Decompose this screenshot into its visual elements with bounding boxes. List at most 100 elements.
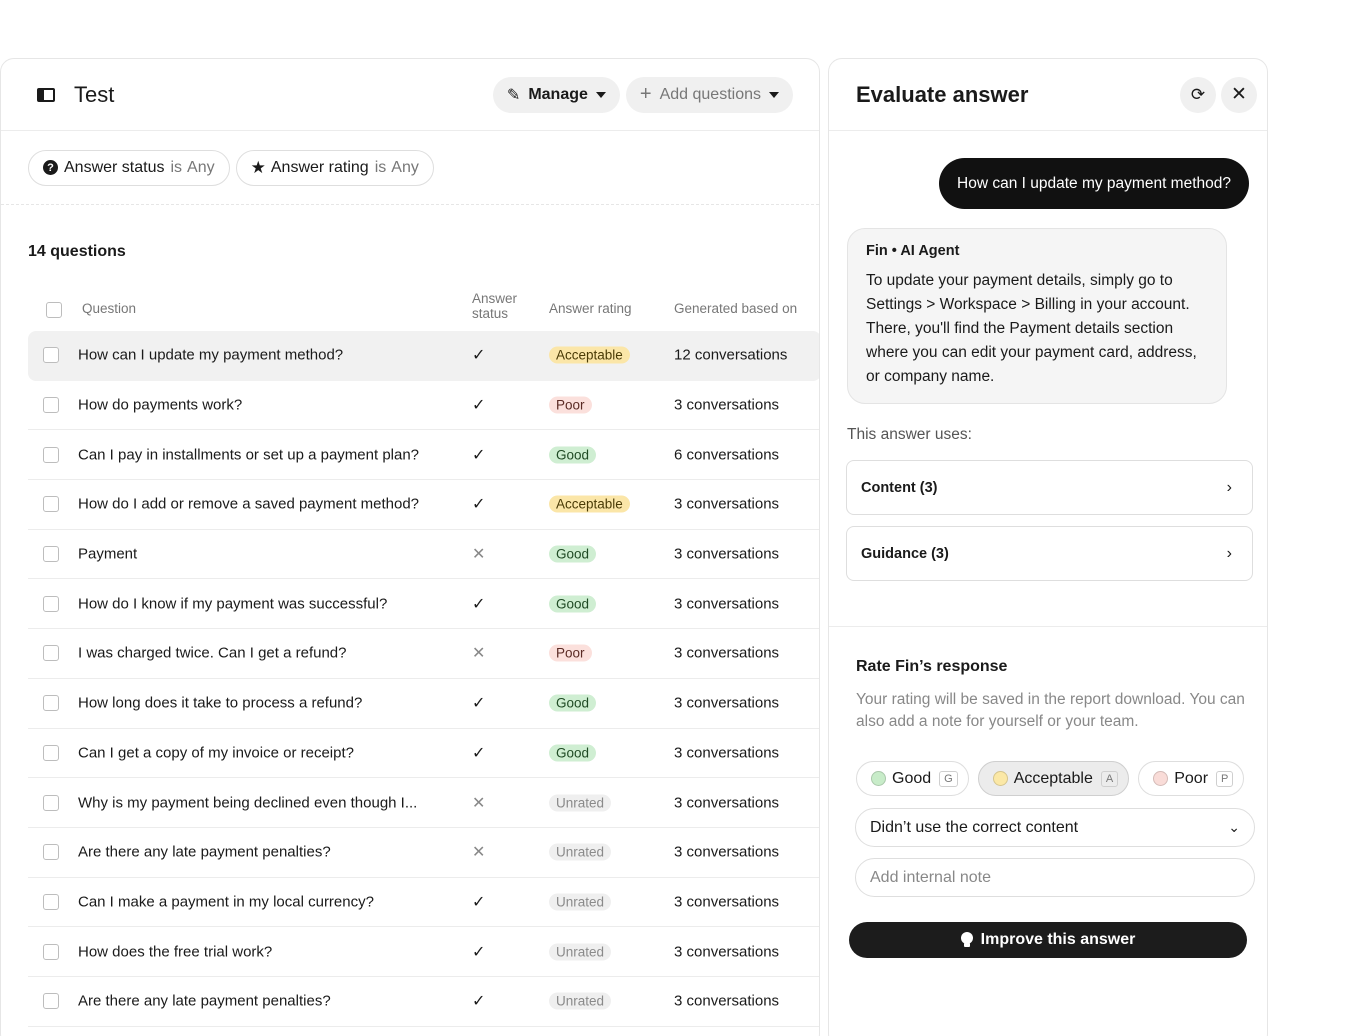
sidebar-toggle-icon[interactable]: [37, 87, 55, 102]
column-generated-based-on: Generated based on: [674, 301, 798, 316]
table-row[interactable]: Why is my payment being declined even th…: [28, 778, 819, 828]
question-circle-icon: ?: [43, 160, 58, 175]
row-checkbox[interactable]: [43, 397, 59, 414]
table-row[interactable]: How do payments work? ✓ Poor 3 conversation…: [28, 381, 819, 431]
row-question: Payment: [78, 545, 138, 563]
lightbulb-icon: [960, 932, 973, 948]
improve-answer-button[interactable]: Improve this answer: [849, 922, 1247, 958]
rating-badge: Good: [549, 595, 597, 613]
filter-answer-rating[interactable]: ★ Answer rating is Any: [235, 149, 434, 186]
row-question: Can I get a copy of my invoice or receip…: [78, 744, 354, 762]
improve-label: Improve this answer: [980, 931, 1136, 948]
answer-uses-label: This answer uses:: [847, 426, 972, 443]
filter-value: Any: [391, 158, 419, 176]
row-checkbox[interactable]: [43, 496, 59, 513]
filter-bar: ? Answer status is Any ★ Answer rating i…: [1, 131, 819, 205]
table-row[interactable]: How can I update my payment method? ✓ Acce…: [28, 331, 819, 381]
table-row[interactable]: How does the free trial work? ✓ Unrated 3 c…: [28, 927, 819, 977]
column-answer-rating: Answer rating: [549, 301, 632, 316]
table-row[interactable]: How do I add or remove a saved payment m…: [28, 480, 819, 530]
row-checkbox[interactable]: [43, 893, 59, 910]
row-checkbox[interactable]: [43, 347, 59, 364]
row-question: How do I know if my payment was successf…: [78, 595, 388, 613]
row-question: Can I pay in installments or set up a pa…: [78, 446, 420, 464]
filter-value: Any: [187, 158, 215, 176]
row-question: I was charged twice. Can I get a refund?: [78, 644, 347, 662]
row-generated-based-on: 12 conversations: [674, 346, 788, 364]
row-checkbox[interactable]: [43, 695, 59, 712]
rating-badge: Poor: [549, 396, 592, 414]
row-checkbox[interactable]: [43, 794, 59, 811]
select-all-checkbox[interactable]: [46, 302, 62, 318]
caret-down-icon: [595, 91, 606, 98]
check-icon: ✓: [472, 595, 486, 613]
rating-badge: Unrated: [549, 843, 612, 861]
rating-label: Acceptable: [1013, 769, 1093, 787]
rate-description: Your rating will be saved in the report …: [856, 691, 1245, 730]
check-icon: ✓: [472, 695, 486, 713]
rating-options: Good G Acceptable A Poor P: [856, 761, 1253, 796]
row-generated-based-on: 3 conversations: [674, 495, 780, 513]
rating-good-button[interactable]: Good G: [856, 761, 969, 796]
row-checkbox[interactable]: [43, 744, 59, 761]
column-answer-status-line1: Answer: [472, 291, 518, 306]
rating-badge: Good: [549, 446, 597, 464]
row-question: How do payments work?: [78, 396, 243, 414]
rating-badge: Acceptable: [549, 495, 630, 513]
column-answer-status-line2: status: [472, 306, 509, 321]
add-questions-button[interactable]: + Add questions: [625, 76, 793, 113]
row-checkbox[interactable]: [43, 645, 59, 662]
rating-badge: Unrated: [549, 794, 612, 812]
row-generated-based-on: 3 conversations: [674, 396, 780, 414]
filter-operator: is: [374, 158, 387, 176]
row-generated-based-on: 6 conversations: [674, 446, 780, 464]
chevron-right-icon: ›: [1226, 544, 1232, 562]
table-row[interactable]: Can I make a payment in my local currenc…: [28, 878, 819, 928]
guidance-label: Guidance (3): [861, 545, 949, 562]
guidance-accordion[interactable]: Guidance (3) ›: [846, 526, 1253, 581]
row-checkbox[interactable]: [43, 446, 59, 463]
rating-label: Good: [892, 769, 932, 787]
row-checkbox[interactable]: [43, 595, 59, 612]
refresh-button[interactable]: ⟳: [1180, 76, 1216, 113]
manage-label: Manage: [528, 85, 588, 103]
rating-acceptable-button[interactable]: Acceptable A: [977, 761, 1130, 796]
rating-poor-button[interactable]: Poor P: [1138, 761, 1245, 796]
pencil-icon: ✎: [506, 86, 521, 104]
reason-select[interactable]: Didn’t use the correct content ⌄: [855, 808, 1255, 847]
table-row[interactable]: Payment ✕ Good 3 conversations: [28, 530, 819, 580]
evaluate-title: Evaluate answer: [856, 81, 1029, 107]
table-row[interactable]: I was charged twice. Can I get a refund?…: [28, 629, 819, 679]
row-question: How do I add or remove a saved payment m…: [78, 495, 420, 513]
row-question: Why is my payment being declined even th…: [78, 794, 418, 812]
table-row[interactable]: How long does it take to process a refun…: [28, 679, 819, 729]
table-row[interactable]: How do I know if my payment was successf…: [28, 579, 819, 630]
row-generated-based-on: 3 conversations: [674, 644, 780, 662]
row-checkbox[interactable]: [43, 993, 59, 1010]
table-row[interactable]: Are there any late payment penalties? ✕ Un…: [28, 828, 819, 878]
row-generated-based-on: 3 conversations: [674, 992, 780, 1010]
row-checkbox[interactable]: [43, 546, 59, 563]
manage-button[interactable]: ✎ Manage: [492, 76, 620, 113]
row-generated-based-on: 3 conversations: [674, 794, 780, 812]
page-title: Test: [74, 81, 115, 107]
x-icon: ✕: [472, 645, 486, 663]
row-generated-based-on: 3 conversations: [674, 744, 780, 762]
check-icon: ✓: [472, 993, 486, 1011]
chevron-right-icon: ›: [1226, 478, 1232, 496]
questions-table-body: How can I update my payment method? ✓ Acce…: [28, 331, 819, 1027]
row-checkbox[interactable]: [43, 943, 59, 960]
filter-operator: is: [170, 158, 183, 176]
table-row[interactable]: Can I pay in installments or set up a pa…: [28, 430, 819, 481]
row-checkbox[interactable]: [43, 844, 59, 861]
row-generated-based-on: 3 conversations: [674, 595, 780, 613]
content-accordion[interactable]: Content (3) ›: [846, 460, 1253, 515]
table-row[interactable]: Are there any late payment penalties? ✓ Un…: [28, 977, 819, 1027]
check-icon: ✓: [472, 446, 486, 464]
table-row[interactable]: Can I get a copy of my invoice or receip…: [28, 729, 819, 779]
row-generated-based-on: 3 conversations: [674, 893, 780, 911]
close-button[interactable]: ✕: [1221, 76, 1257, 113]
content-label: Content (3): [861, 479, 938, 496]
filter-answer-status[interactable]: ? Answer status is Any: [28, 149, 230, 186]
internal-note-input[interactable]: [855, 858, 1255, 897]
